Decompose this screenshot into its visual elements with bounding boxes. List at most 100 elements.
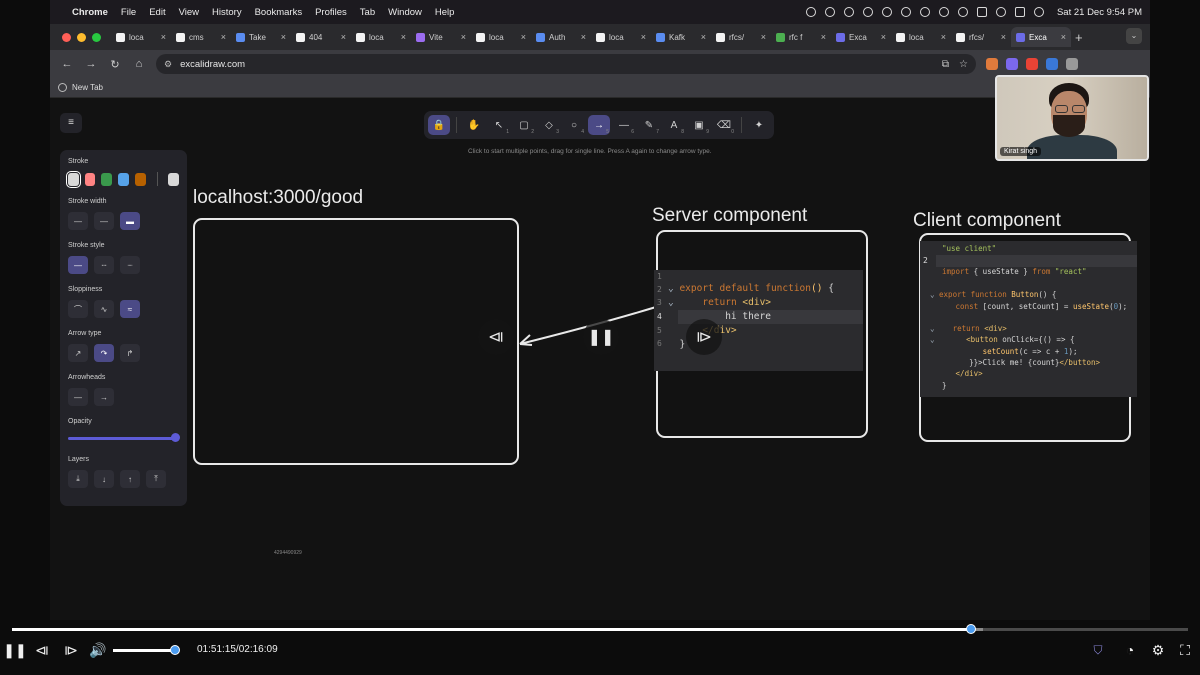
stroke-color-swatch[interactable] [66,170,81,188]
arrow-type-elbow[interactable]: ↱ [120,344,140,362]
heading-localhost[interactable]: localhost:3000/good [193,187,363,209]
skip-forward-icon[interactable]: ⧐ [62,640,80,660]
tab-close-icon[interactable]: × [941,32,946,42]
playback-speed-icon[interactable]: ◔ [1121,640,1139,660]
ellipse-tool[interactable]: ○ 4 [563,115,585,136]
volume-slider[interactable] [113,645,180,655]
text-tool[interactable]: A8 [663,115,685,136]
sloppiness-architect[interactable]: ⌒ [68,300,88,318]
browser-tab[interactable]: rfc f × [771,27,831,47]
stroke-width-extra-bold[interactable]: ▬ [120,212,140,230]
home-icon[interactable]: ⌂ [132,58,146,70]
opacity-knob[interactable] [171,433,180,442]
seek-knob[interactable] [966,624,976,634]
extension-blue-icon[interactable] [1046,58,1058,70]
lock-tool[interactable]: 🔒 [428,115,450,135]
stroke-color-swatch[interactable] [84,172,96,186]
forward-icon[interactable]: → [84,58,98,70]
arrow-tool[interactable]: → 5 [588,115,610,135]
bring-forward-icon[interactable]: ↑ [120,470,140,488]
stroke-width-bold[interactable]: — [94,212,114,230]
pencil-tool[interactable]: ✎ 7 [638,115,660,136]
menu-tab[interactable]: Tab [360,7,375,18]
tab-close-icon[interactable]: × [281,32,286,42]
tab-search-icon[interactable]: ⌄ [1126,28,1142,44]
menu-view[interactable]: View [179,7,199,18]
browser-tab[interactable]: loca × [891,27,951,47]
sloppiness-artist[interactable]: ∿ [94,300,114,318]
url-text[interactable]: excalidraw.com [180,59,245,70]
stroke-style-solid[interactable]: — [68,256,88,274]
reload-icon[interactable]: ↻ [108,58,122,71]
browser-tab[interactable]: loca × [471,27,531,47]
extensions-puzzle-icon[interactable] [1066,58,1078,70]
extra-tools[interactable]: ✦ [748,115,770,135]
browser-tab[interactable]: Exca × [1011,27,1071,47]
heading-server-component[interactable]: Server component [652,205,807,227]
extension-purple-icon[interactable] [1006,58,1018,70]
rewind-overlay-icon[interactable]: ⧏ [478,319,514,355]
browser-tab[interactable]: 404 × [291,27,351,47]
bring-to-front-icon[interactable]: ⤒ [146,470,166,488]
stroke-width-thin[interactable]: — [68,212,88,230]
control-center-icon[interactable] [1014,7,1025,17]
android-icon[interactable] [900,7,911,17]
tab-close-icon[interactable]: × [761,32,766,42]
browser-tab[interactable]: rfcs/ × [951,27,1011,47]
tab-close-icon[interactable]: × [461,32,466,42]
browser-tab[interactable]: Take × [231,27,291,47]
browser-tab[interactable]: Vite × [411,27,471,47]
pause-overlay-icon[interactable]: ❚❚ [583,319,619,355]
menubar-clock[interactable]: Sat 21 Dec 9:54 PM [1057,7,1142,18]
tab-close-icon[interactable]: × [641,32,646,42]
client-code-snippet[interactable]: "use client" 2 import { useState } from … [920,241,1137,397]
record-icon[interactable] [805,7,816,17]
arrow-type-sharp[interactable]: ↗ [68,344,88,362]
heading-client-component[interactable]: Client component [913,210,1061,232]
menu-edit[interactable]: Edit [149,7,165,18]
arrowhead-start[interactable]: — [68,388,88,406]
arrow-type-curved[interactable]: ↷ [94,344,114,362]
battery-icon[interactable] [976,7,987,17]
browser-rectangle[interactable] [193,218,519,465]
stroke-style-dashed[interactable]: ┄ [94,256,114,274]
menu-window[interactable]: Window [388,7,422,18]
tab-close-icon[interactable]: × [221,32,226,42]
excalidraw-canvas[interactable]: ≡ 🔒 ✋ ↖ 1 ▢ 2 ◇ 3 ○ 4 → 5—6 ✎ 7 A 8 ▣ 9 ⌫ 0 ✦ Click to start… [50,99,1150,620]
browser-tab[interactable]: loca × [591,27,651,47]
stroke-color-swatch[interactable] [118,172,129,186]
stroke-color-swatch[interactable] [134,172,146,186]
stroke-style-dotted[interactable]: ┈ [120,256,140,274]
tab-close-icon[interactable]: × [401,32,406,42]
volume-knob[interactable] [170,645,180,655]
image-tool[interactable]: ▣ 9 [688,115,710,136]
rectangle-tool[interactable]: ▢ 2 [513,115,535,136]
menu-bookmarks[interactable]: Bookmarks [255,7,303,18]
browser-tab[interactable]: Kafk × [651,27,711,47]
tab-close-icon[interactable]: × [581,32,586,42]
sloppiness-cartoonist[interactable]: ≈ [120,300,140,318]
menu-help[interactable]: Help [435,7,455,18]
bookmark-new-tab[interactable]: New Tab [72,83,103,92]
opacity-slider[interactable] [68,432,180,444]
tab-close-icon[interactable]: × [341,32,346,42]
extension-fox-icon[interactable] [986,58,998,70]
browser-tab[interactable]: cms × [171,27,231,47]
tab-close-icon[interactable]: × [821,32,826,42]
send-to-back-icon[interactable]: ⤓ [68,470,88,488]
volume-icon[interactable]: 🔊 [88,640,108,660]
search-status-icon[interactable] [862,7,873,17]
settings-gear-icon[interactable]: ⚙ [1149,640,1167,660]
seek-bar[interactable] [12,624,1188,634]
tab-close-icon[interactable]: × [161,32,166,42]
forward-overlay-icon[interactable]: ⧐ [686,319,722,355]
bookmark-star-icon[interactable]: ☆ [959,59,968,70]
tab-close-icon[interactable]: × [881,32,886,42]
main-menu-icon[interactable]: ≡ [60,113,82,133]
shield-icon[interactable]: ⛉ [1090,640,1106,660]
cast-icon[interactable] [881,7,892,17]
tab-close-icon[interactable]: × [521,32,526,42]
fullscreen-icon[interactable]: ⛶ [1176,640,1194,660]
browser-tab[interactable]: loca × [111,27,171,47]
browser-tab[interactable]: Auth × [531,27,591,47]
